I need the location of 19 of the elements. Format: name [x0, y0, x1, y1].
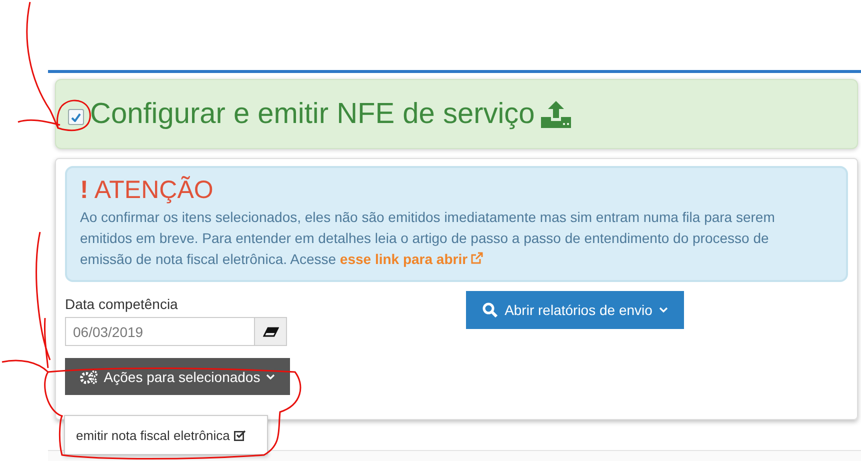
alert-icon: !	[80, 176, 88, 205]
upload-icon	[540, 100, 571, 128]
caret-icon	[266, 374, 276, 380]
menu-item[interactable]: emitir nota fiscal eletrônica	[65, 428, 246, 442]
alert-text: Ao confirmar os itens selecionados, eles não são emitidos imediatamente mas sim entram numa fila para serem emitidos em breve. Para entender em detalhes leia o artigo de passo a passo de entendimento do processo de emissão de nota fiscal eletrônica. Acesse esse link para abrir	[80, 208, 776, 269]
checkbox[interactable]	[68, 109, 84, 125]
check-icon	[71, 112, 81, 122]
clear-button[interactable]	[255, 317, 287, 346]
field-label: Data competência	[65, 296, 179, 312]
eraser-icon	[262, 326, 278, 336]
actions-button[interactable]: Ações para selecionados	[65, 358, 290, 395]
external-link-icon	[471, 252, 484, 264]
page-title: Configurar e emitir NFE de serviço	[90, 98, 535, 130]
reports-button[interactable]: Abrir relatórios de envio	[466, 291, 684, 329]
date-field[interactable]: 06/03/2019	[65, 317, 255, 346]
search-icon	[482, 302, 498, 318]
alert-title: ATENÇÃO	[94, 176, 214, 205]
checkbox-icon	[234, 430, 246, 440]
caret-icon	[659, 307, 668, 313]
